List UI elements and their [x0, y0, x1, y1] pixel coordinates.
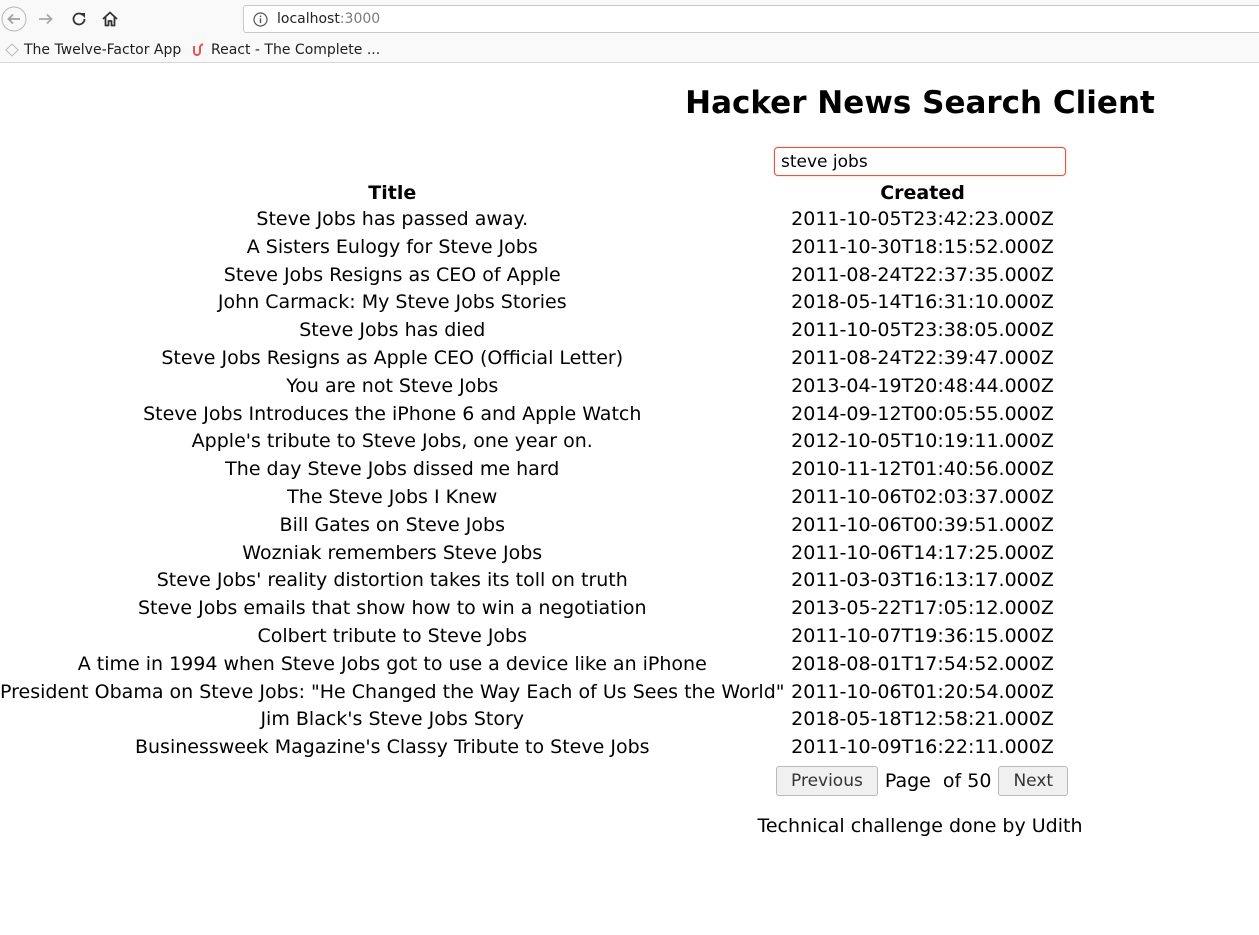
url-port: :3000	[339, 11, 381, 27]
page-title: Hacker News Search Client	[685, 85, 1155, 121]
home-icon	[102, 11, 118, 27]
table-row: Steve Jobs has passed away. 2011-10-05T23…	[0, 206, 1061, 234]
row-title: You are not Steve Jobs	[286, 374, 499, 397]
row-title: Bill Gates on Steve Jobs	[279, 513, 505, 536]
table-row: A Sisters Eulogy for Steve Jobs 2011-10-3…	[0, 234, 1061, 262]
row-title: Jim Black's Steve Jobs Story	[260, 708, 525, 731]
table-row: Businessweek Magazine's Classy Tribute t…	[0, 734, 1061, 762]
previous-button[interactable]: Previous	[776, 765, 878, 796]
pagination: Previous Page of 50 Next	[776, 765, 1069, 796]
twelve-factor-icon	[4, 42, 20, 58]
table-row: Steve Jobs' reality distortion takes its…	[0, 567, 1061, 595]
bookmark-label: The Twelve-Factor App	[24, 42, 182, 58]
row-title: Steve Jobs emails that show how to win a…	[137, 597, 647, 620]
row-title: Steve Jobs' reality distortion takes its…	[156, 569, 628, 592]
browser-toolbar: localhost:3000	[0, 0, 1259, 38]
results-table: Title Created Steve Jobs has passed away…	[0, 180, 1061, 762]
row-created: 2018-05-14T16:31:10.000Z	[791, 291, 1054, 314]
table-row: Steve Jobs emails that show how to win a…	[0, 595, 1061, 623]
page-label: Page of 50	[884, 769, 992, 792]
row-created: 2011-10-09T16:22:11.000Z	[791, 736, 1054, 759]
url-text: localhost:3000	[277, 11, 380, 27]
row-title: A Sisters Eulogy for Steve Jobs	[246, 235, 538, 258]
row-created: 2012-10-05T10:19:11.000Z	[791, 430, 1054, 453]
table-row: Colbert tribute to Steve Jobs 2011-10-07T…	[0, 623, 1061, 651]
table-row: Steve Jobs Resigns as Apple CEO (Officia…	[0, 345, 1061, 373]
table-row: The day Steve Jobs dissed me hard 2010-11…	[0, 456, 1061, 484]
reload-button[interactable]	[66, 6, 92, 32]
search-input[interactable]	[774, 147, 1066, 176]
row-title: The day Steve Jobs dissed me hard	[225, 458, 560, 481]
row-title: Steve Jobs Resigns as Apple CEO (Officia…	[161, 346, 624, 369]
table-row: Steve Jobs has died 2011-10-05T23:38:05.0…	[0, 317, 1061, 345]
column-header-title: Title	[368, 182, 417, 204]
bookmark-twelve-factor[interactable]: The Twelve-Factor App	[4, 40, 181, 60]
row-title: Colbert tribute to Steve Jobs	[257, 624, 528, 647]
row-title: Steve Jobs Resigns as CEO of Apple	[223, 263, 561, 286]
table-row: Steve Jobs Resigns as CEO of Apple 2011-0…	[0, 262, 1061, 290]
footer-credit: Technical challenge done by Udith	[757, 815, 1083, 837]
row-created: 2011-10-06T14:17:25.000Z	[791, 541, 1054, 564]
row-title: President Obama on Steve Jobs: "He Chang…	[0, 680, 785, 703]
table-row: You are not Steve Jobs 2013-04-19T20:48:4…	[0, 373, 1061, 401]
row-title: Steve Jobs has died	[299, 319, 486, 342]
table-header-row: Title Created	[0, 180, 1061, 206]
row-created: 2014-09-12T00:05:55.000Z	[791, 402, 1054, 425]
row-created: 2018-05-18T12:58:21.000Z	[791, 708, 1054, 731]
url-host: localhost	[277, 11, 340, 27]
table-row: John Carmack: My Steve Jobs Stories 2018-…	[0, 289, 1061, 317]
row-created: 2013-05-22T17:05:12.000Z	[791, 597, 1054, 620]
url-bar[interactable]: localhost:3000	[243, 5, 1259, 33]
table-row: Bill Gates on Steve Jobs 2011-10-06T00:39…	[0, 512, 1061, 540]
row-created: 2010-11-12T01:40:56.000Z	[791, 458, 1054, 481]
row-created: 2011-10-05T23:38:05.000Z	[791, 319, 1054, 342]
bookmarks-bar: The Twelve-Factor App React - The Comple…	[0, 38, 1259, 63]
table-row: A time in 1994 when Steve Jobs got to us…	[0, 651, 1061, 679]
back-arrow-icon	[1, 6, 27, 32]
row-created: 2011-10-05T23:42:23.000Z	[791, 208, 1054, 230]
reload-icon	[72, 12, 86, 26]
row-title: The Steve Jobs I Knew	[287, 485, 498, 508]
row-created: 2011-08-24T22:37:35.000Z	[791, 263, 1054, 286]
row-title: A time in 1994 when Steve Jobs got to us…	[77, 652, 707, 675]
row-title: Businessweek Magazine's Classy Tribute t…	[134, 736, 650, 759]
udemy-icon	[191, 42, 207, 58]
row-created: 2018-08-01T17:54:52.000Z	[791, 652, 1054, 675]
next-button[interactable]: Next	[998, 765, 1069, 796]
home-button[interactable]	[97, 6, 123, 32]
row-title: Apple's tribute to Steve Jobs, one year …	[191, 430, 593, 453]
forward-button[interactable]	[33, 6, 59, 32]
row-created: 2011-03-03T16:13:17.000Z	[791, 569, 1054, 592]
bookmark-label: React - The Complete ...	[211, 42, 381, 58]
table-row: Apple's tribute to Steve Jobs, one year …	[0, 428, 1061, 456]
table-row: Wozniak remembers Steve Jobs 2011-10-06T1…	[0, 540, 1061, 568]
forward-arrow-icon	[39, 13, 53, 25]
row-title: Steve Jobs has passed away.	[256, 208, 529, 230]
row-created: 2011-10-06T01:20:54.000Z	[791, 680, 1054, 703]
row-created: 2011-10-06T00:39:51.000Z	[791, 513, 1054, 536]
row-created: 2011-10-06T02:03:37.000Z	[791, 485, 1054, 508]
column-header-created: Created	[880, 182, 965, 204]
row-created: 2011-10-30T18:15:52.000Z	[791, 235, 1054, 258]
back-button[interactable]	[1, 6, 27, 32]
row-title: John Carmack: My Steve Jobs Stories	[217, 291, 567, 314]
row-title: Steve Jobs Introduces the iPhone 6 and A…	[143, 402, 642, 425]
row-created: 2013-04-19T20:48:44.000Z	[791, 374, 1054, 397]
row-created: 2011-10-07T19:36:15.000Z	[791, 624, 1054, 647]
table-row: Steve Jobs Introduces the iPhone 6 and A…	[0, 401, 1061, 429]
bookmark-react-course[interactable]: React - The Complete ...	[191, 40, 380, 60]
table-row: Jim Black's Steve Jobs Story 2018-05-18T1…	[0, 706, 1061, 734]
results-body: Steve Jobs has passed away. 2011-10-05T23…	[0, 206, 1061, 762]
info-icon[interactable]	[253, 11, 268, 27]
table-row: The Steve Jobs I Knew 2011-10-06T02:03:37…	[0, 484, 1061, 512]
row-created: 2011-08-24T22:39:47.000Z	[791, 346, 1054, 369]
page-content: Hacker News Search Client Title Created …	[0, 63, 1259, 935]
table-row: President Obama on Steve Jobs: "He Chang…	[0, 679, 1061, 707]
row-title: Wozniak remembers Steve Jobs	[242, 541, 543, 564]
